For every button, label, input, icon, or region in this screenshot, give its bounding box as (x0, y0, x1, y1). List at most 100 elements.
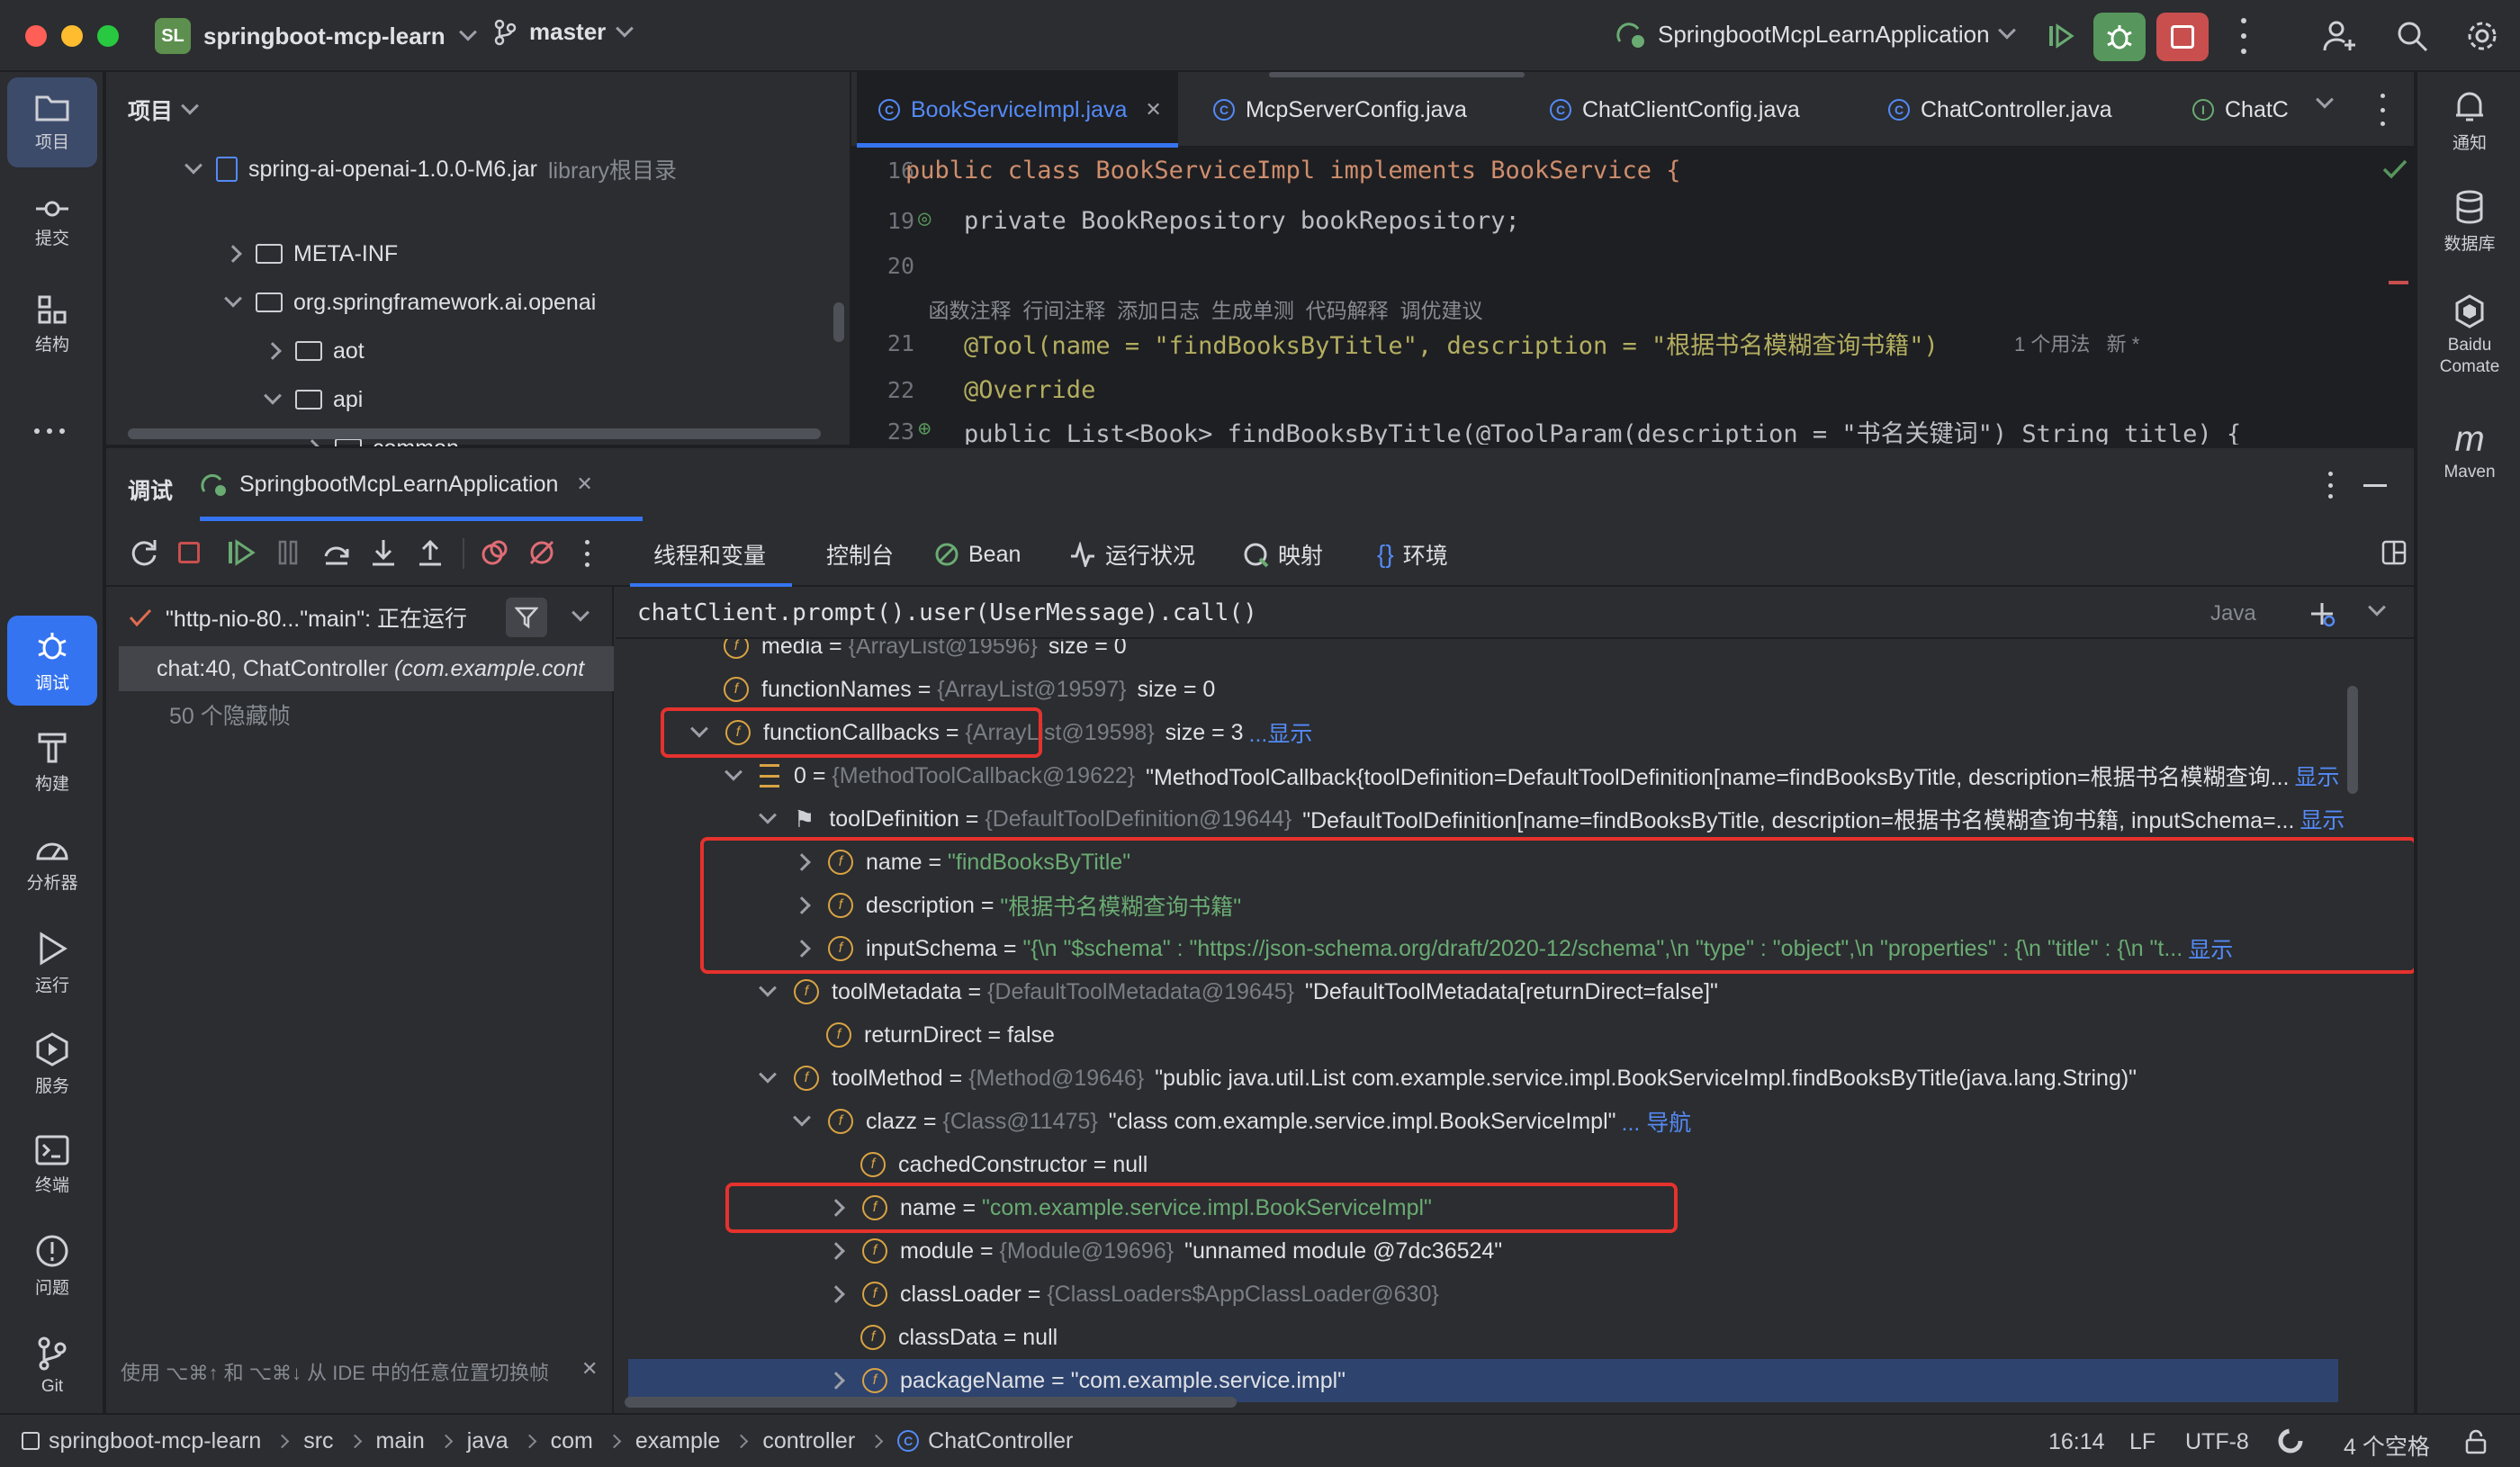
more-options-icon[interactable] (2239, 18, 2248, 54)
project-panel-header[interactable]: 项目 (128, 94, 212, 126)
tree-item[interactable]: META-INF (224, 232, 398, 275)
hidden-frames[interactable]: 50 个隐藏帧 (169, 693, 291, 736)
minimize-panel-icon[interactable] (2363, 484, 2387, 487)
sidebar-item-run[interactable]: 运行 (7, 918, 97, 1008)
sidebar-item-build[interactable]: 构建 (7, 716, 97, 806)
file-encoding[interactable]: UTF-8 (2185, 1429, 2249, 1455)
close-tab-icon[interactable]: ✕ (576, 472, 592, 496)
editor-tab[interactable]: C ChatController.java (1888, 72, 2112, 148)
project-horizontal-scrollbar[interactable] (128, 428, 821, 439)
editor-tab[interactable]: C BookServiceImpl.java ✕ (857, 72, 1178, 148)
tree-item[interactable]: org.springframework.ai.openai (224, 281, 596, 324)
step-out-icon[interactable] (416, 538, 445, 567)
tab-threads-variables[interactable]: 线程和变量 (653, 527, 766, 581)
chevron-down-icon[interactable] (793, 1108, 811, 1127)
variable-row[interactable]: f returnDirect = false (796, 1013, 1055, 1057)
tab-list-chevron[interactable] (2316, 90, 2347, 114)
sidebar-item-maven[interactable]: m Maven (2425, 407, 2515, 497)
evaluate-expression-input[interactable]: chatClient.prompt().user(UserMessage).ca… (637, 599, 1257, 626)
add-user-icon[interactable] (2322, 18, 2358, 54)
tab-environment[interactable]: {} 环境 (1377, 527, 1448, 581)
variable-row[interactable]: ⚑ toolDefinition = {DefaultToolDefinition… (759, 797, 2344, 841)
breadcrumb-item[interactable]: controller (762, 1428, 855, 1454)
tab-bean[interactable]: Bean (934, 527, 1021, 581)
debug-session-tab[interactable]: SpringbootMcpLearnApplication ✕ (200, 464, 593, 504)
close-window-button[interactable] (25, 25, 47, 47)
breadcrumb-item[interactable]: C ChatController (897, 1428, 1073, 1454)
search-icon[interactable] (2394, 18, 2430, 54)
variable-row[interactable]: f packageName = "com.example.service.impl… (827, 1359, 1346, 1402)
stack-frame[interactable]: chat:40, ChatController (com.example.con… (119, 646, 614, 691)
gear-icon[interactable] (2464, 18, 2500, 54)
chevron-down-icon[interactable] (724, 762, 742, 781)
gutter-recursive-icon[interactable]: ◎ (918, 205, 931, 230)
chevron-right-icon[interactable] (827, 1285, 845, 1303)
debug-rerun-button[interactable] (2093, 13, 2146, 61)
rerun-icon[interactable] (128, 536, 160, 569)
chevron-down-icon[interactable] (224, 289, 242, 308)
stop-icon[interactable] (178, 542, 200, 563)
chevron-down-icon[interactable] (759, 1065, 777, 1084)
variable-row[interactable]: f cachedConstructor = null (830, 1143, 1148, 1186)
line-separator[interactable]: LF (2129, 1429, 2156, 1455)
breadcrumb-item[interactable]: example (635, 1428, 721, 1454)
sidebar-item-profiler[interactable]: 分析器 (7, 817, 97, 907)
chevron-down-icon[interactable] (759, 806, 777, 824)
breadcrumb-item[interactable]: main (376, 1428, 425, 1454)
sidebar-item-structure[interactable]: 结构 (7, 279, 97, 369)
indent-setting[interactable]: 4 个空格 (2344, 1429, 2430, 1462)
show-more-link[interactable]: 显示 (2294, 760, 2339, 792)
variable-row[interactable]: f classLoader = {ClassLoaders$AppClassLoa… (827, 1273, 1450, 1316)
show-more-link[interactable]: 显示 (2300, 803, 2344, 835)
layout-icon[interactable] (2381, 540, 2407, 565)
sidebar-item-commit[interactable]: 提交 (7, 178, 97, 268)
variable-row[interactable]: 0 = {MethodToolCallback@19622} "MethodToo… (724, 754, 2340, 797)
minimize-window-button[interactable] (61, 25, 83, 47)
chevron-down-icon[interactable] (264, 386, 282, 405)
chevron-down-icon[interactable] (184, 156, 202, 175)
pause-icon[interactable] (275, 538, 301, 567)
variables-horizontal-scrollbar[interactable] (625, 1397, 1237, 1408)
code-area[interactable]: 16 public class BookServiceImpl implement… (851, 148, 2414, 446)
branch-switcher[interactable]: master (493, 18, 647, 46)
step-into-icon[interactable] (369, 538, 398, 567)
breadcrumb-item[interactable]: com (551, 1428, 593, 1454)
variable-row[interactable]: f toolMetadata = {DefaultToolMetadata@196… (759, 970, 1718, 1013)
add-watch-icon[interactable] (2308, 599, 2336, 628)
variable-row[interactable]: f functionNames = {ArrayList@19597} size =… (693, 668, 1215, 711)
show-more-link[interactable]: ... 导航 (1622, 1105, 1692, 1138)
sidebar-item-baidu-comate[interactable]: Baidu Comate (2425, 277, 2515, 394)
editor-tab[interactable]: C McpServerConfig.java (1213, 72, 1467, 148)
run-config-selector[interactable]: SpringbootMcpLearnApplication (1615, 18, 2030, 50)
breadcrumb-item[interactable]: src (303, 1428, 333, 1454)
sidebar-item-project[interactable]: 项目 (7, 77, 97, 167)
chevron-right-icon[interactable] (827, 1372, 845, 1390)
filter-button[interactable] (506, 598, 547, 637)
editor-tab[interactable]: C ChatClientConfig.java (1550, 72, 1800, 148)
stop-button[interactable] (2156, 13, 2209, 61)
language-selector[interactable]: Java (2210, 601, 2256, 626)
usage-hint[interactable]: 1 个用法 新 * (2014, 328, 2139, 357)
tab-health[interactable]: 运行状况 (1069, 527, 1195, 581)
gutter-implements-icon[interactable]: ⊕ (918, 416, 931, 441)
tree-item[interactable]: aot (264, 329, 364, 373)
variable-row[interactable]: f toolMethod = {Method@19646} "public java… (759, 1057, 2137, 1100)
chevron-right-icon[interactable] (224, 245, 242, 263)
project-vertical-scrollbar[interactable] (833, 302, 844, 342)
show-more-link[interactable]: ...显示 (1249, 716, 1313, 749)
step-over-icon[interactable] (322, 538, 351, 567)
breadcrumb-item[interactable]: java (467, 1428, 508, 1454)
project-switcher[interactable]: SL springboot-mcp-learn (155, 18, 490, 54)
lock-icon[interactable] (2464, 1429, 2488, 1454)
chevron-right-icon[interactable] (827, 1242, 845, 1260)
breadcrumb-item[interactable]: springboot-mcp-learn (22, 1428, 261, 1454)
sidebar-item-database[interactable]: 数据库 (2425, 176, 2515, 266)
caret-position[interactable]: 16:14 (2048, 1429, 2105, 1455)
variable-row[interactable]: f media = {ArrayList@19596} size = 0 (693, 639, 1127, 668)
close-tab-icon[interactable]: ✕ (1145, 98, 1161, 122)
chevron-down-icon[interactable] (759, 978, 777, 997)
resume-icon[interactable] (2043, 18, 2079, 54)
toolbar-more-icon[interactable] (583, 540, 590, 567)
sidebar-item-terminal[interactable]: 终端 (7, 1120, 97, 1210)
more-tools-icon[interactable] (34, 428, 65, 434)
